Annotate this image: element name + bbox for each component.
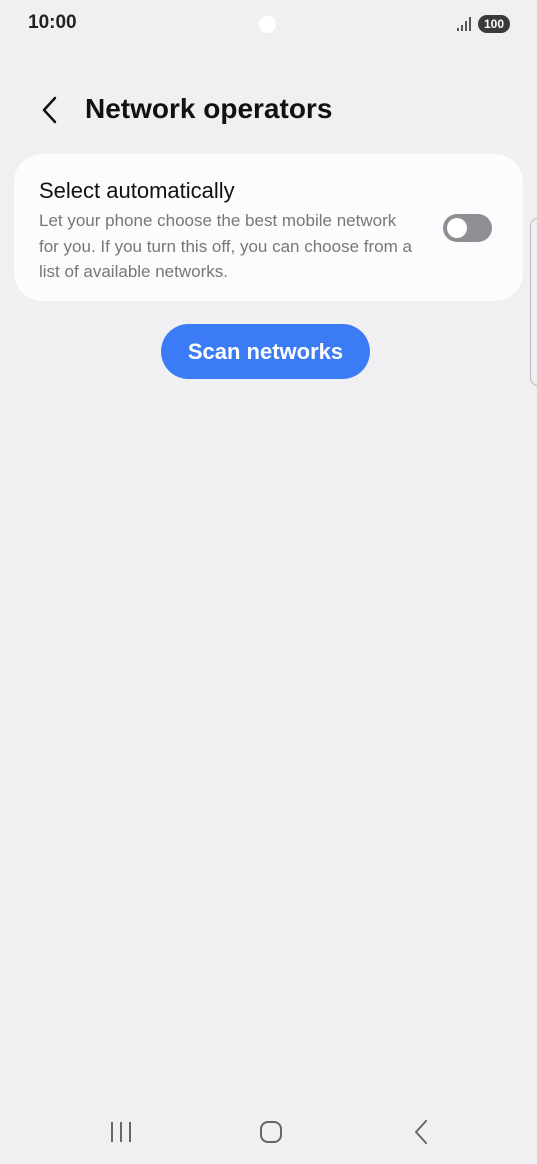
back-button[interactable] <box>30 90 70 130</box>
toggle-knob <box>447 218 467 238</box>
select-automatically-toggle[interactable] <box>443 214 492 242</box>
select-automatically-title: Select automatically <box>39 178 235 203</box>
home-icon <box>260 1121 282 1143</box>
back-icon <box>415 1120 427 1144</box>
select-automatically-card[interactable]: Select automatically Let your phone choo… <box>14 154 523 301</box>
recents-button[interactable] <box>101 1116 141 1148</box>
scan-networks-button[interactable]: Scan networks <box>161 324 370 379</box>
chevron-left-icon <box>42 96 57 124</box>
camera-cutout <box>259 16 276 33</box>
home-button[interactable] <box>251 1116 291 1148</box>
signal-icon <box>457 17 471 31</box>
status-bar: 10:00 100 <box>0 0 537 48</box>
select-automatically-description: Let your phone choose the best mobile ne… <box>39 211 412 281</box>
status-time: 10:00 <box>28 12 77 33</box>
battery-icon: 100 <box>478 15 510 33</box>
navigation-bar <box>0 1100 537 1164</box>
page-title: Network operators <box>85 93 333 124</box>
nav-back-button[interactable] <box>402 1116 442 1148</box>
app-header: Network operators <box>0 80 537 140</box>
recents-icon <box>111 1122 131 1142</box>
scroll-handle[interactable] <box>530 218 537 386</box>
